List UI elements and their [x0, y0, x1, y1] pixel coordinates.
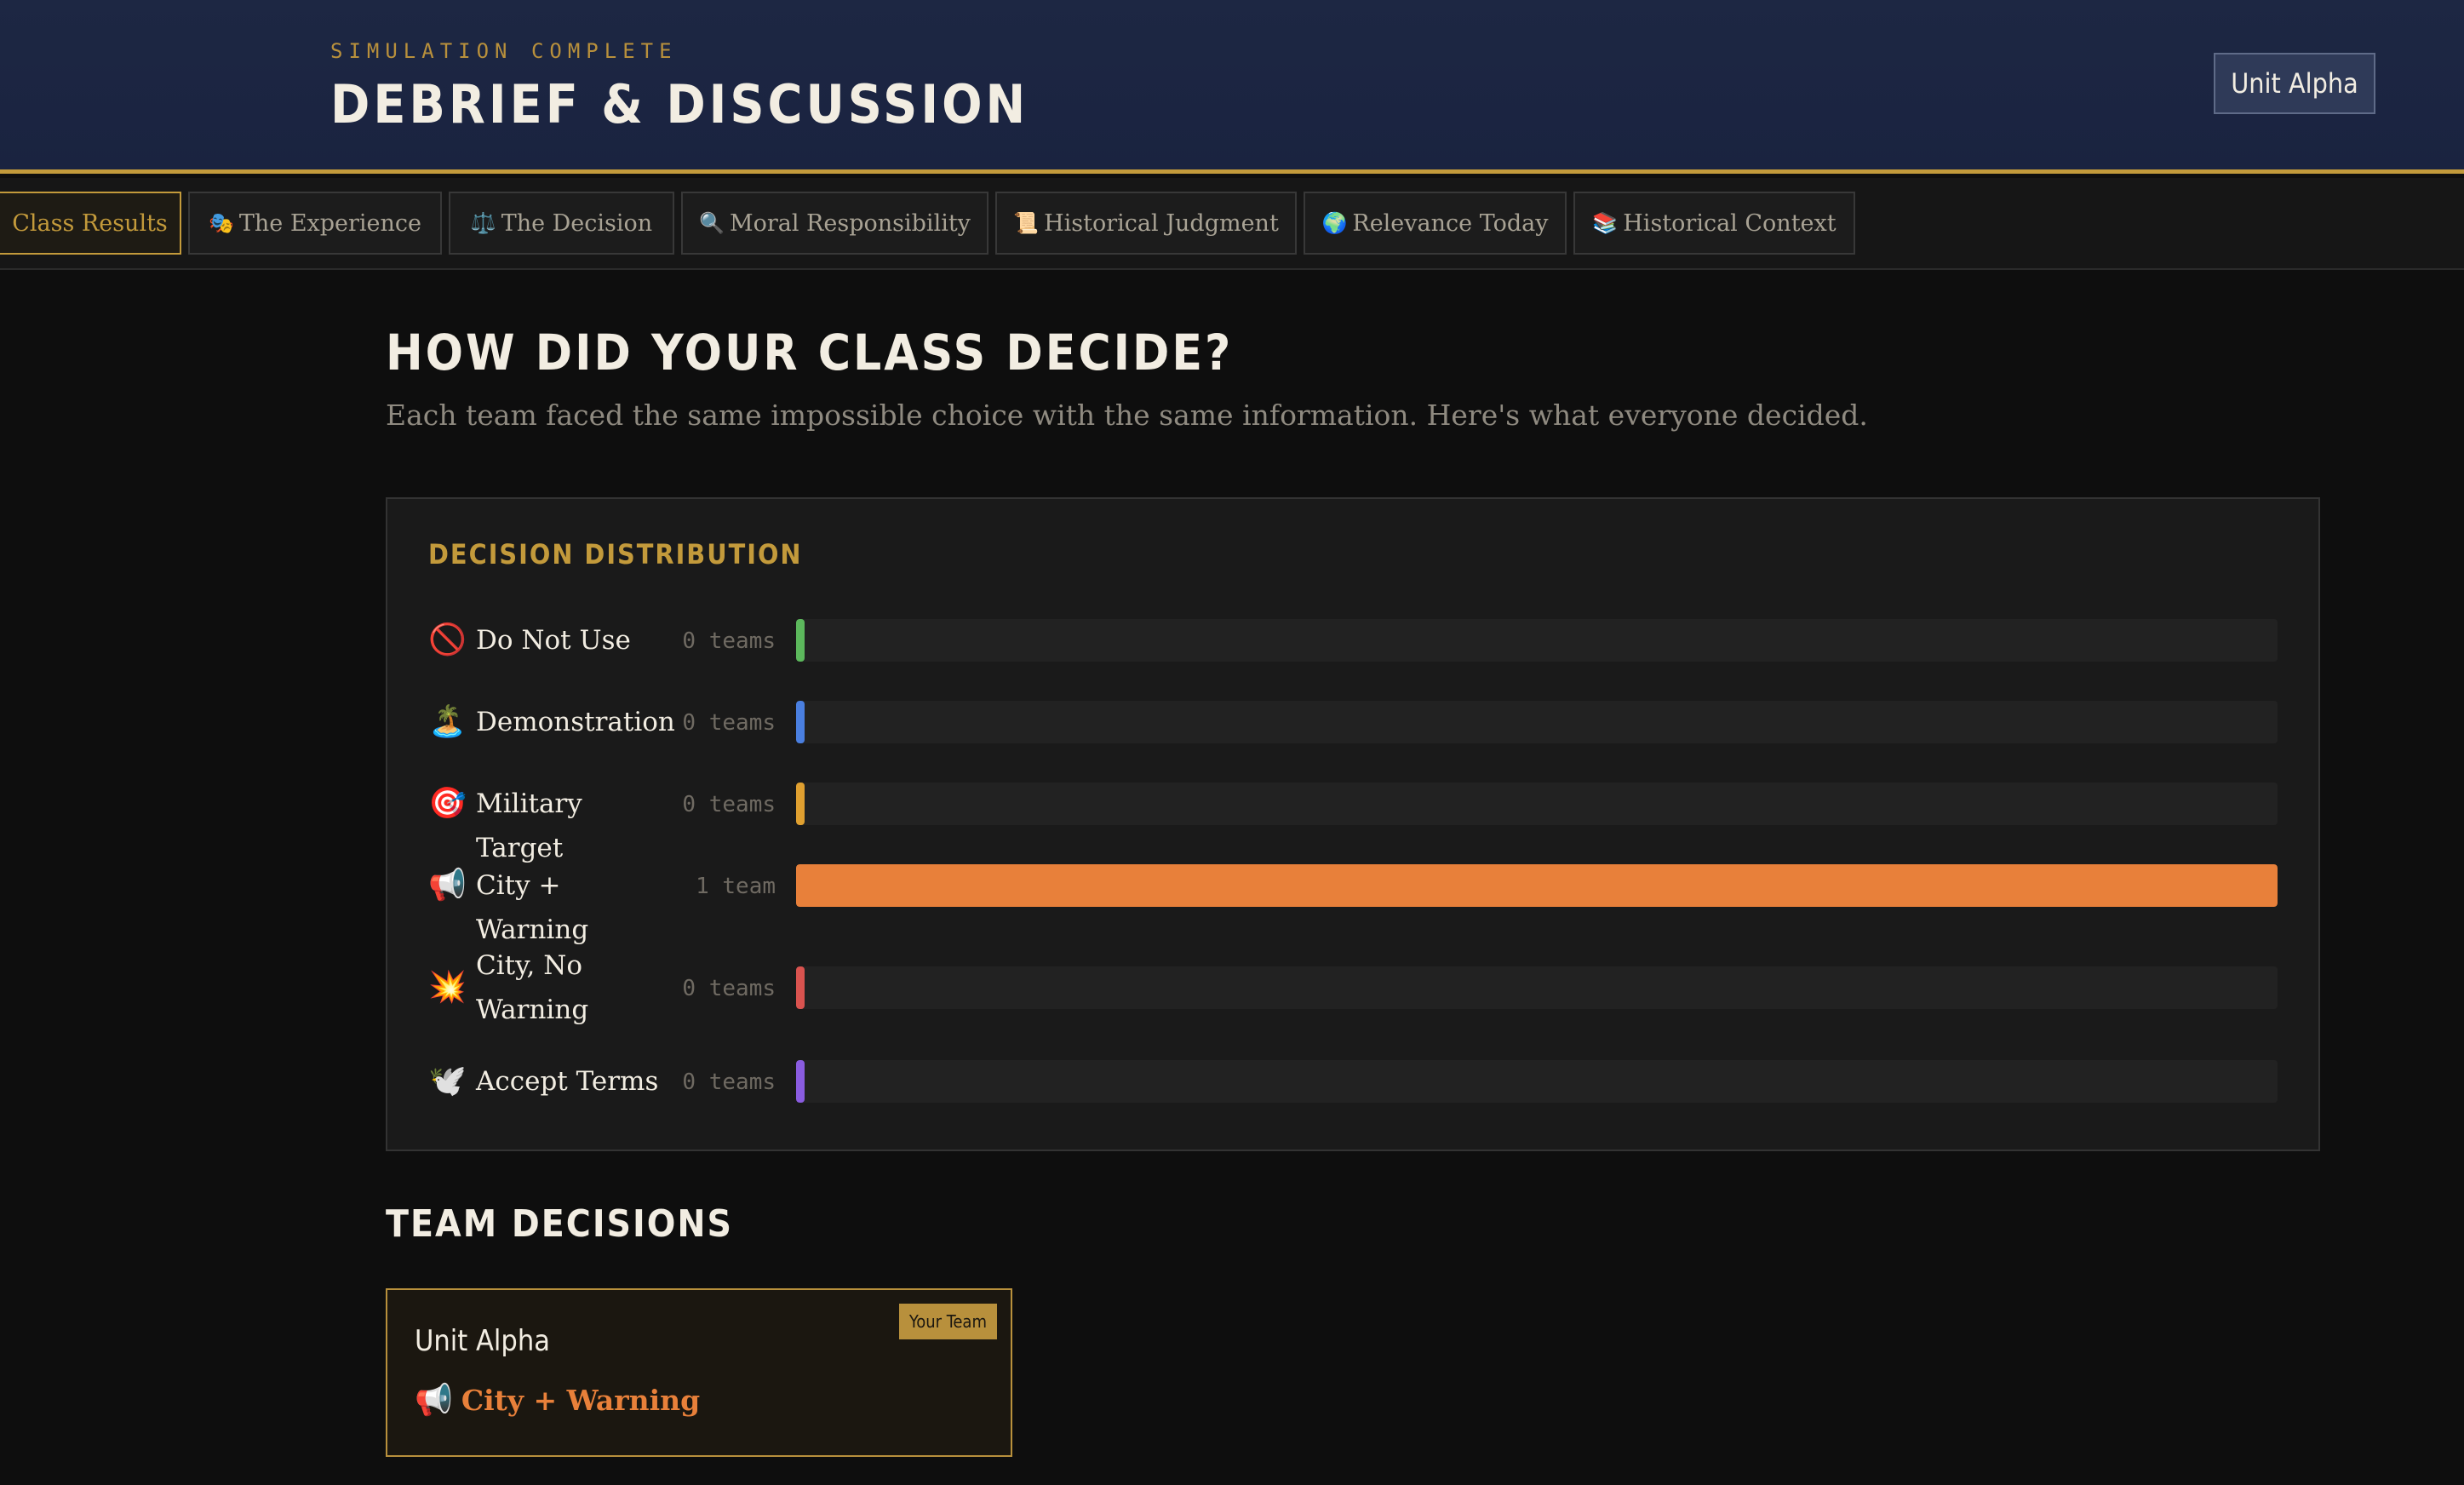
bar-fill: [796, 619, 805, 662]
section-subtitle: Each team faced the same impossible choi…: [386, 398, 1868, 432]
status-eyebrow: SIMULATION COMPLETE: [330, 39, 678, 63]
island-icon: 🏝️: [428, 704, 467, 739]
theater-masks-icon: 🎭: [208, 211, 234, 235]
tab-class-results[interactable]: Class Results: [0, 192, 181, 255]
explosion-icon: 💥: [428, 970, 467, 1005]
target-icon: 🎯: [428, 786, 467, 821]
option-count: 0 teams: [682, 710, 776, 736]
bar-fill: [796, 701, 805, 743]
tab-historical-judgment[interactable]: 📜 Historical Judgment: [995, 192, 1297, 255]
page-title: DEBRIEF & DISCUSSION: [330, 73, 1029, 135]
tab-moral-responsibility[interactable]: 🔍 Moral Responsibility: [681, 192, 988, 255]
tab-the-decision[interactable]: ⚖️ The Decision: [449, 192, 674, 255]
unit-badge[interactable]: Unit Alpha: [2214, 53, 2375, 114]
bar-track: [796, 701, 2278, 743]
tab-historical-context[interactable]: 📚 Historical Context: [1573, 192, 1855, 255]
tab-bar: Class Results 🎭 The Experience ⚖️ The De…: [0, 178, 2464, 270]
megaphone-icon: 📢: [428, 868, 467, 903]
dove-icon: 🕊️: [428, 1064, 467, 1098]
bar-track: [796, 966, 2278, 1009]
option-count: 1 team: [696, 874, 776, 899]
distribution-row: 🕊️ Accept Terms 0 teams: [387, 1059, 2318, 1104]
tab-the-experience[interactable]: 🎭 The Experience: [188, 192, 442, 255]
tab-label: The Decision: [501, 209, 653, 237]
section-title: HOW DID YOUR CLASS DECIDE?: [386, 324, 1234, 381]
distribution-row: 🎯 Military Target 0 teams: [387, 782, 2318, 863]
tab-label: The Experience: [238, 209, 422, 237]
megaphone-icon: 📢: [415, 1383, 453, 1418]
scroll-icon: 📜: [1013, 211, 1040, 235]
team-name: Unit Alpha: [415, 1324, 550, 1358]
option-label: City, No Warning: [476, 950, 589, 1025]
bar-fill: [796, 1060, 805, 1103]
tab-label: Class Results: [12, 209, 168, 237]
option-count: 0 teams: [682, 628, 776, 654]
bar-fill: [796, 966, 805, 1009]
distribution-row: 📢 City + Warning 1 team: [387, 863, 2318, 945]
tab-relevance-today[interactable]: 🌍 Relevance Today: [1304, 192, 1567, 255]
team-card[interactable]: Unit Alpha Your Team 📢 City + Warning: [386, 1288, 1012, 1457]
option-count: 0 teams: [682, 976, 776, 1001]
team-decision-label: City + Warning: [461, 1384, 701, 1417]
option-label: Accept Terms: [476, 1066, 659, 1097]
bar-track: [796, 864, 2278, 907]
option-label: Demonstration: [476, 707, 675, 737]
tab-label: Historical Context: [1623, 209, 1837, 237]
bar-track: [796, 619, 2278, 662]
distribution-row: 💥 City, No Warning 0 teams: [387, 943, 2318, 1032]
distribution-row: 🚫 Do Not Use 0 teams: [387, 618, 2318, 662]
option-label: City + Warning: [476, 870, 589, 945]
option-label: Do Not Use: [476, 625, 631, 656]
scales-icon: ⚖️: [470, 211, 496, 235]
prohibited-icon: 🚫: [428, 622, 467, 657]
bar-track: [796, 1060, 2278, 1103]
magnifier-icon: 🔍: [699, 211, 725, 235]
option-label: Military Target: [476, 788, 582, 863]
tab-label: Relevance Today: [1352, 209, 1549, 237]
option-count: 0 teams: [682, 1069, 776, 1095]
page-header: SIMULATION COMPLETE DEBRIEF & DISCUSSION…: [0, 0, 2464, 174]
option-count: 0 teams: [682, 792, 776, 817]
team-decision: 📢 City + Warning: [415, 1382, 700, 1418]
bar-fill: [796, 783, 805, 825]
your-team-badge: Your Team: [898, 1304, 997, 1339]
bar-track: [796, 783, 2278, 825]
tab-label: Historical Judgment: [1044, 209, 1279, 237]
team-decisions-title: TEAM DECISIONS: [386, 1202, 734, 1246]
distribution-row: 🏝️ Demonstration 0 teams: [387, 700, 2318, 744]
panel-title: DECISION DISTRIBUTION: [428, 538, 803, 570]
globe-icon: 🌍: [1321, 211, 1348, 235]
bar-fill: [796, 864, 2278, 907]
decision-distribution-panel: DECISION DISTRIBUTION 🚫 Do Not Use 0 tea…: [386, 497, 2320, 1151]
tab-label: Moral Responsibility: [729, 209, 971, 237]
books-icon: 📚: [1592, 211, 1619, 235]
